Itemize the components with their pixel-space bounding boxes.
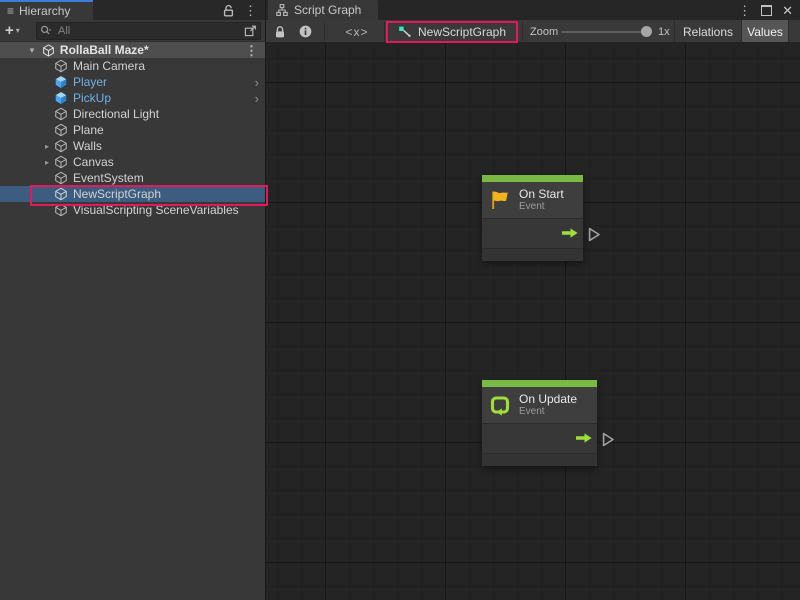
node-header[interactable]: On Start Event	[482, 182, 583, 218]
dropdown-arrow-icon: ▾	[16, 26, 20, 35]
search-popout-icon[interactable]	[244, 24, 257, 37]
node-title: On Update	[519, 392, 577, 406]
zoom-slider-track[interactable]	[561, 31, 647, 33]
scene-menu-kebab-icon[interactable]: ⋮	[245, 44, 258, 57]
hierarchy-icon: ≡	[7, 5, 14, 17]
node-footer	[482, 249, 583, 261]
script-graph-tabstrip: Script Graph ⋮ ✕	[266, 0, 800, 20]
hierarchy-search-field[interactable]	[36, 22, 261, 40]
node-subtitle: Event	[519, 201, 564, 213]
node-on-start[interactable]: On Start Event	[482, 175, 583, 261]
search-input[interactable]	[56, 24, 244, 38]
item-label: Walls	[73, 139, 102, 153]
node-accent-bar	[482, 175, 583, 182]
hierarchy-item-main-camera[interactable]: Main Camera	[0, 58, 265, 74]
gameobject-cube-icon	[54, 155, 68, 169]
node-accent-bar	[482, 380, 597, 387]
graph-asset-name: NewScriptGraph	[418, 25, 506, 39]
scene-name: RollaBall Maze*	[60, 43, 149, 57]
gameobject-cube-icon	[54, 107, 68, 121]
graph-asset-button[interactable]: NewScriptGraph	[386, 20, 518, 43]
hierarchy-menu-kebab-icon[interactable]: ⋮	[244, 4, 257, 17]
gameobject-cube-icon	[54, 171, 68, 185]
zoom-value: 1x	[658, 20, 670, 43]
scene-collapse-icon[interactable]: ▼	[28, 46, 36, 55]
node-footer	[482, 454, 597, 466]
hierarchy-item-canvas[interactable]: ▸ Canvas	[0, 154, 265, 170]
tab-script-graph[interactable]: Script Graph	[268, 0, 378, 20]
control-flow-arrow-icon	[576, 433, 592, 443]
hierarchy-item-pickup[interactable]: PickUp ›	[0, 90, 265, 106]
item-label: Main Camera	[73, 59, 145, 73]
script-graph-panel: Script Graph ⋮ ✕ <x> NewScriptGraph Zoom…	[266, 0, 800, 600]
info-icon[interactable]	[299, 20, 312, 43]
gameobject-cube-icon	[54, 123, 68, 137]
hierarchy-item-player[interactable]: Player ›	[0, 74, 265, 90]
item-label: Canvas	[73, 155, 114, 169]
tab-script-graph-label: Script Graph	[294, 3, 361, 17]
node-body	[482, 218, 583, 249]
expand-arrow-icon[interactable]: ▸	[40, 158, 54, 167]
gameobject-cube-icon	[54, 139, 68, 153]
gameobject-cube-icon	[54, 187, 68, 201]
panel-splitter[interactable]	[265, 0, 266, 600]
hierarchy-tabstrip: ≡ Hierarchy ⋮	[0, 0, 265, 20]
item-label: PickUp	[73, 91, 111, 105]
graph-icon	[276, 4, 288, 16]
prefab-chevron-icon[interactable]: ›	[255, 92, 259, 105]
gameobject-cube-icon	[54, 203, 68, 217]
hierarchy-item-eventsystem[interactable]: EventSystem	[0, 170, 265, 186]
tab-hierarchy-label: Hierarchy	[19, 4, 70, 18]
hierarchy-item-directional-light[interactable]: Directional Light	[0, 106, 265, 122]
hierarchy-panel: ≡ Hierarchy ⋮ + ▾ ▼ RollaB	[0, 0, 265, 600]
zoom-slider-handle[interactable]	[641, 26, 652, 37]
trigger-output-port[interactable]	[602, 432, 615, 447]
unlock-icon[interactable]	[223, 4, 234, 17]
flag-icon	[488, 188, 512, 212]
prefab-cube-icon	[54, 75, 68, 89]
graph-canvas[interactable]: On Start Event On Updat	[266, 43, 800, 600]
node-body	[482, 423, 597, 454]
node-subtitle: Event	[519, 406, 577, 418]
maximize-icon[interactable]	[761, 5, 772, 16]
relations-toggle-button[interactable]: Relations	[674, 20, 741, 43]
hierarchy-item-plane[interactable]: Plane	[0, 122, 265, 138]
zoom-label: Zoom	[530, 20, 558, 43]
close-icon[interactable]: ✕	[782, 4, 793, 17]
unity-scene-icon	[42, 44, 55, 57]
hierarchy-item-walls[interactable]: ▸ Walls	[0, 138, 265, 154]
add-object-button[interactable]: + ▾	[5, 23, 33, 38]
item-label: Directional Light	[73, 107, 159, 121]
node-header[interactable]: On Update Event	[482, 387, 597, 423]
search-icon	[40, 25, 53, 36]
prefab-chevron-icon[interactable]: ›	[255, 76, 259, 89]
hierarchy-toolbar: + ▾	[0, 20, 265, 42]
tab-hierarchy[interactable]: ≡ Hierarchy	[0, 0, 93, 20]
plus-icon: +	[5, 23, 14, 38]
script-graph-asset-icon	[398, 25, 412, 39]
prefab-cube-icon	[54, 91, 68, 105]
control-flow-arrow-icon	[562, 228, 578, 238]
dim-toggle-button[interactable]: Dim	[788, 20, 800, 43]
item-label: NewScriptGraph	[73, 187, 161, 201]
window-menu-kebab-icon[interactable]: ⋮	[738, 4, 751, 17]
values-toggle-button[interactable]: Values	[741, 20, 788, 43]
lock-icon[interactable]	[274, 20, 286, 43]
item-label: VisualScripting SceneVariables	[73, 203, 239, 217]
node-title: On Start	[519, 187, 564, 201]
hierarchy-item-newscriptgraph[interactable]: NewScriptGraph	[0, 186, 265, 202]
update-loop-icon	[488, 393, 512, 417]
item-label: Player	[73, 75, 107, 89]
blackboard-variables-icon[interactable]: <x>	[340, 20, 374, 43]
hierarchy-item-visualscripting-scenevariables[interactable]: VisualScripting SceneVariables	[0, 202, 265, 218]
item-label: Plane	[73, 123, 104, 137]
graph-toolbar: <x> NewScriptGraph Zoom 1x Relations Val…	[266, 20, 800, 43]
node-on-update[interactable]: On Update Event	[482, 380, 597, 466]
scene-header-rollaball-maze[interactable]: ▼ RollaBall Maze* ⋮	[0, 42, 265, 58]
item-label: EventSystem	[73, 171, 144, 185]
expand-arrow-icon[interactable]: ▸	[40, 142, 54, 151]
hierarchy-tree: Main Camera Player › PickUp › Directiona…	[0, 58, 265, 218]
trigger-output-port[interactable]	[588, 227, 601, 242]
gameobject-cube-icon	[54, 59, 68, 73]
